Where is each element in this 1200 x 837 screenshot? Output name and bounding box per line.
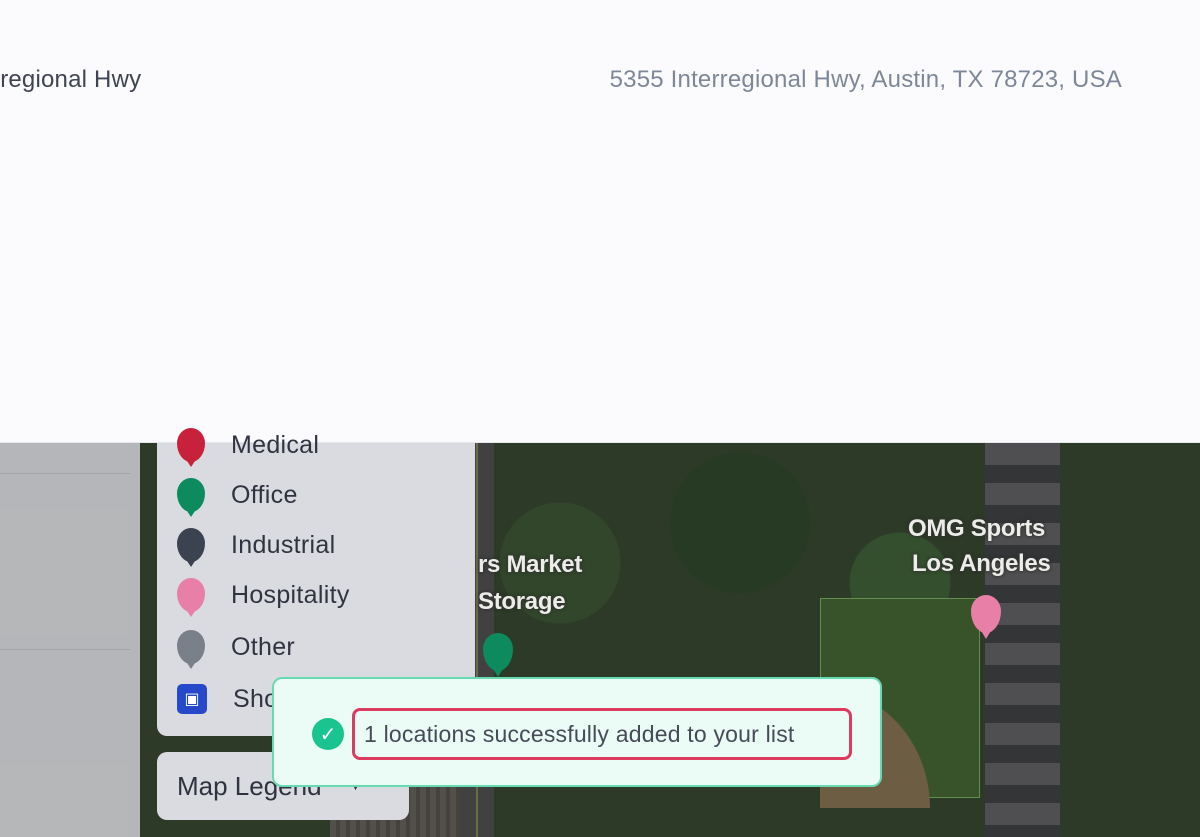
location-name: rregional Hwy — [0, 66, 142, 93]
legend-label: Hospitality — [231, 580, 350, 609]
toast-message: 1 locations successfully added to your l… — [364, 720, 795, 747]
map-label: OMG Sports — [908, 515, 1046, 542]
legend-item-office: Office — [177, 475, 298, 517]
legend-label: Industrial — [231, 530, 336, 559]
map-label: Storage — [478, 588, 566, 615]
office-pin-icon — [177, 478, 205, 517]
legend-label: Office — [231, 480, 298, 509]
legend-item-industrial: Industrial — [177, 525, 336, 567]
legend-item-hospitality: Hospitality — [177, 575, 350, 617]
success-toast: ✓ 1 locations successfully added to your… — [272, 677, 882, 787]
storefront-icon: ▣ — [177, 684, 207, 714]
legend-label: Other — [231, 632, 296, 661]
map-label: rs Market — [478, 551, 583, 578]
legend-item-medical: Medical — [177, 425, 320, 467]
legend-item-other: Other — [177, 627, 296, 669]
industrial-pin-icon — [177, 528, 205, 567]
other-pin-icon — [177, 630, 205, 669]
location-header-card: rregional Hwy 5355 Interregional Hwy, Au… — [0, 0, 1200, 443]
location-address: 5355 Interregional Hwy, Austin, TX 78723… — [609, 66, 1122, 93]
medical-pin-icon — [177, 428, 205, 467]
map-label: Los Angeles — [912, 550, 1051, 577]
legend-item-shop: ▣ Sho — [177, 679, 278, 719]
legend-label: Medical — [231, 430, 320, 459]
hospitality-pin-icon — [177, 578, 205, 617]
check-circle-icon: ✓ — [312, 718, 344, 750]
toast-message-highlight: 1 locations successfully added to your l… — [352, 708, 852, 760]
